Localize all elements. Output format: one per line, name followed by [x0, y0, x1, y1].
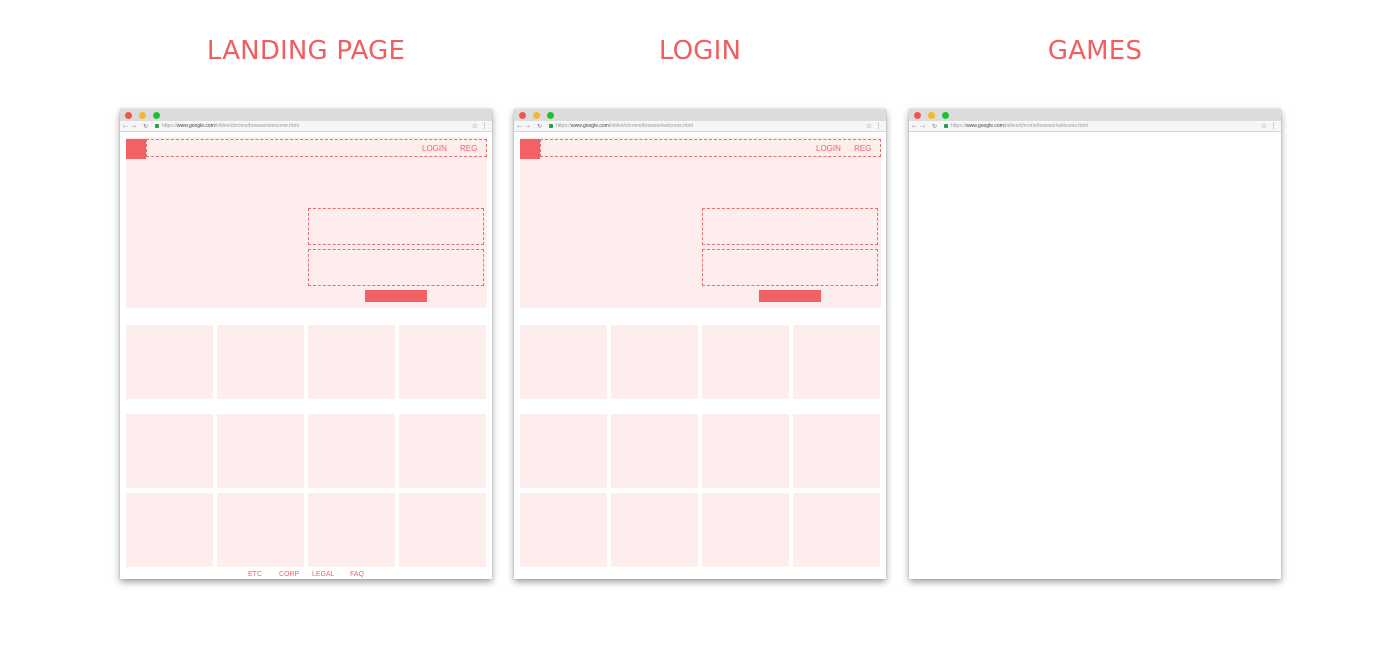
submit-button-placeholder[interactable] [365, 290, 427, 302]
content-tile[interactable] [308, 325, 395, 399]
content-tile[interactable] [399, 414, 486, 488]
address-bar[interactable]: ← → ↻ https://www.google.com/intl/en/chr… [120, 121, 492, 132]
browser-window-games: ← → ↻ https://www.google.com/intl/en/chr… [909, 109, 1281, 579]
nav-login-link[interactable]: LOGIN [422, 143, 447, 155]
reload-icon[interactable]: ↻ [537, 121, 542, 132]
maximize-window-icon[interactable] [153, 112, 160, 119]
arrow-right-icon[interactable]: → [920, 121, 925, 132]
hero-section: LOGIN REG [126, 137, 487, 308]
content-tile[interactable] [126, 414, 213, 488]
title-bar [514, 109, 886, 121]
footer-link-faq[interactable]: FAQ [350, 570, 364, 579]
content-tile[interactable] [611, 325, 698, 399]
content-tile[interactable] [611, 493, 698, 567]
close-window-icon[interactable] [914, 112, 921, 119]
star-icon[interactable]: ☆ [1261, 121, 1267, 132]
footer-link-legal[interactable]: LEGAL [312, 570, 335, 579]
top-nav-placeholder: LOGIN REG [146, 139, 487, 157]
content-tile[interactable] [611, 414, 698, 488]
content-tile[interactable] [399, 325, 486, 399]
content-tile[interactable] [217, 414, 304, 488]
content-tile[interactable] [702, 325, 789, 399]
input-placeholder-1[interactable] [702, 208, 878, 245]
input-placeholder-2[interactable] [308, 249, 484, 286]
maximize-window-icon[interactable] [547, 112, 554, 119]
title-bar [909, 109, 1281, 121]
url-text[interactable]: https://www.google.com/intl/en/chrome/br… [556, 121, 693, 132]
content-tile[interactable] [126, 493, 213, 567]
lock-icon [549, 124, 553, 128]
nav-login-link[interactable]: LOGIN [816, 143, 841, 155]
content-tile[interactable] [126, 325, 213, 399]
content-tile[interactable] [308, 414, 395, 488]
nav-reg-link[interactable]: REG [460, 143, 477, 155]
footer-link-etc[interactable]: ETC [248, 570, 262, 579]
arrow-left-icon[interactable]: ← [912, 121, 917, 132]
logo-placeholder[interactable] [126, 139, 146, 159]
address-bar[interactable]: ← → ↻ https://www.google.com/intl/en/chr… [909, 121, 1281, 132]
url-text[interactable]: https://www.google.com/intl/en/chrome/br… [162, 121, 299, 132]
content-tile[interactable] [399, 493, 486, 567]
logo-placeholder[interactable] [520, 139, 540, 159]
content-tile[interactable] [793, 493, 880, 567]
content-tile[interactable] [520, 414, 607, 488]
browser-window-login: ← → ↻ https://www.google.com/intl/en/chr… [514, 109, 886, 579]
kebab-menu-icon[interactable]: ⋮ [481, 121, 488, 132]
star-icon[interactable]: ☆ [866, 121, 872, 132]
title-bar [120, 109, 492, 121]
footer-link-corp[interactable]: CORP [279, 570, 299, 579]
screen-title-games: GAMES [1047, 36, 1143, 66]
nav-reg-link[interactable]: REG [854, 143, 871, 155]
address-bar[interactable]: ← → ↻ https://www.google.com/intl/en/chr… [514, 121, 886, 132]
content-tile[interactable] [793, 325, 880, 399]
content-tile[interactable] [702, 414, 789, 488]
reload-icon[interactable]: ↻ [932, 121, 937, 132]
minimize-window-icon[interactable] [928, 112, 935, 119]
screen-title-login: LOGIN [658, 36, 742, 66]
close-window-icon[interactable] [519, 112, 526, 119]
kebab-menu-icon[interactable]: ⋮ [875, 121, 882, 132]
url-text[interactable]: https://www.google.com/intl/en/chrome/br… [951, 121, 1088, 132]
arrow-left-icon[interactable]: ← [123, 121, 128, 132]
lock-icon [944, 124, 948, 128]
content-tile[interactable] [520, 325, 607, 399]
minimize-window-icon[interactable] [533, 112, 540, 119]
star-icon[interactable]: ☆ [472, 121, 478, 132]
minimize-window-icon[interactable] [139, 112, 146, 119]
lock-icon [155, 124, 159, 128]
content-tile[interactable] [520, 493, 607, 567]
content-tile[interactable] [217, 493, 304, 567]
close-window-icon[interactable] [125, 112, 132, 119]
arrow-left-icon[interactable]: ← [517, 121, 522, 132]
content-tile[interactable] [793, 414, 880, 488]
submit-button-placeholder[interactable] [759, 290, 821, 302]
content-tile[interactable] [702, 493, 789, 567]
screen-title-landing: LANDING PAGE [206, 36, 406, 66]
kebab-menu-icon[interactable]: ⋮ [1270, 121, 1277, 132]
content-tile[interactable] [308, 493, 395, 567]
content-tile[interactable] [217, 325, 304, 399]
hero-section: LOGIN REG [520, 137, 881, 308]
browser-window-landing: ← → ↻ https://www.google.com/intl/en/chr… [120, 109, 492, 579]
arrow-right-icon[interactable]: → [525, 121, 530, 132]
input-placeholder-1[interactable] [308, 208, 484, 245]
maximize-window-icon[interactable] [942, 112, 949, 119]
arrow-right-icon[interactable]: → [131, 121, 136, 132]
top-nav-placeholder: LOGIN REG [540, 139, 881, 157]
reload-icon[interactable]: ↻ [143, 121, 148, 132]
input-placeholder-2[interactable] [702, 249, 878, 286]
